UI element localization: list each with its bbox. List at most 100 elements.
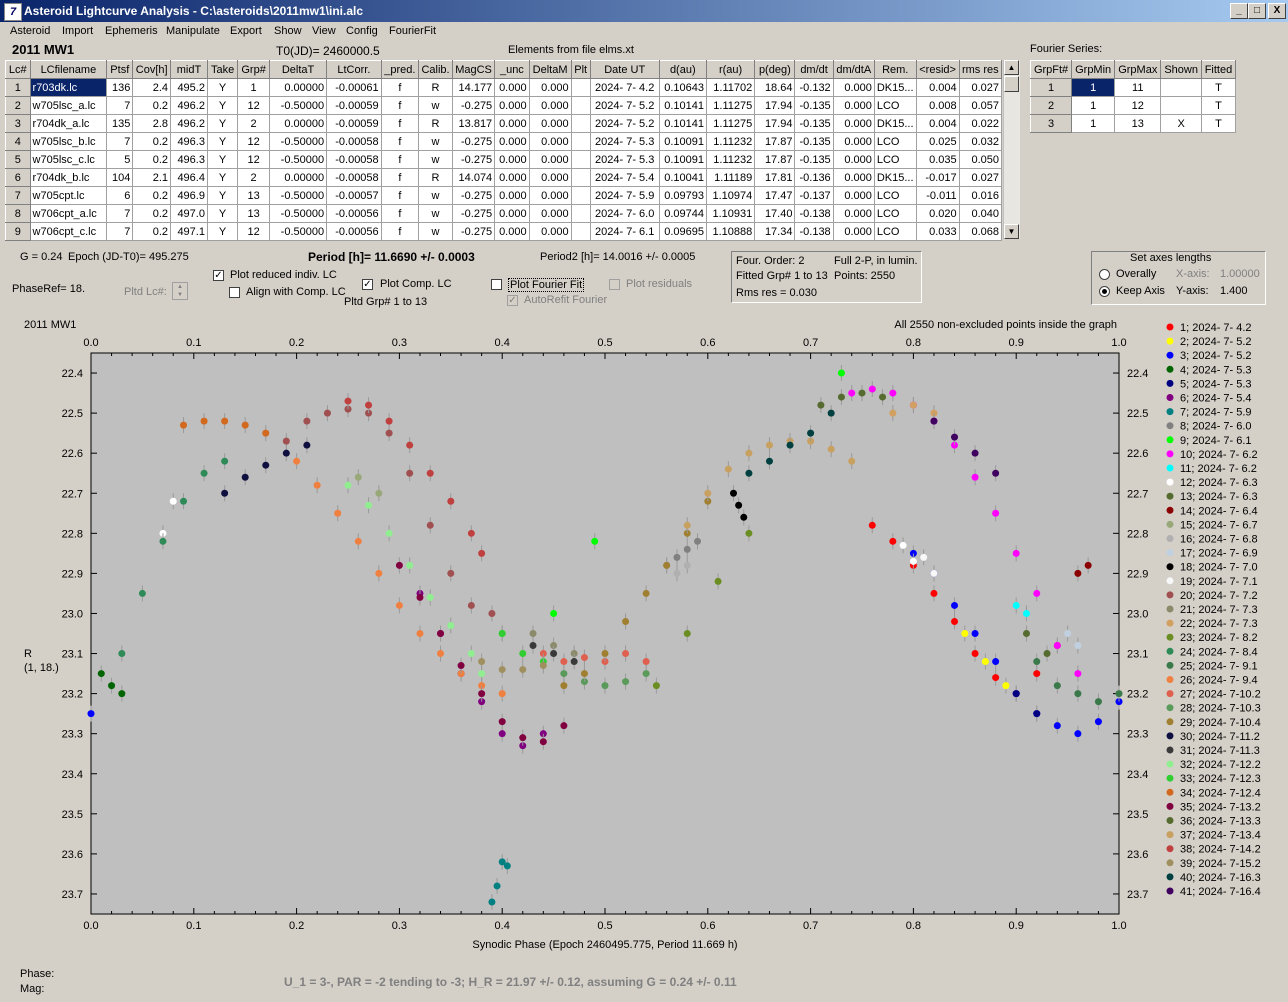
table-cell[interactable]: 12 [237,222,271,241]
fourier-col-header-4[interactable]: Fitted [1200,60,1237,79]
table-cell[interactable]: 0.000 [528,78,572,97]
fourier-cell[interactable]: 11 [1114,78,1162,97]
table-cell[interactable]: 0.000 [494,78,530,97]
row-number[interactable]: 2 [5,96,31,115]
table-cell[interactable]: 7 [106,132,134,151]
table-cell[interactable]: 0.000 [494,114,530,133]
table-cell[interactable]: 13.817 [451,114,496,133]
table-cell[interactable]: f [380,204,420,223]
table-cell[interactable]: Y [206,186,239,205]
menu-fourierfit[interactable]: FourierFit [389,25,436,37]
table-cell[interactable]: 17.81 [754,168,796,187]
table-cell[interactable]: 136 [106,78,134,97]
table-cell[interactable]: 0.000 [528,114,572,133]
table-cell[interactable]: 2.4 [132,78,172,97]
table-cell[interactable]: 496.4 [170,168,208,187]
table-cell[interactable]: 104 [106,168,134,187]
table-cell[interactable] [570,132,591,151]
table-cell[interactable]: 17.47 [754,186,796,205]
table-cell[interactable]: -0.275 [451,222,496,241]
table-cell[interactable]: 2024- 7- 5.3 [589,150,660,169]
table-cell[interactable]: 496.2 [170,96,208,115]
table-cell[interactable]: 0.10141 [658,96,707,115]
plot-fourier-checkbox[interactable] [491,279,502,290]
lightcurve-table[interactable]: Lc# LCfilename Ptsf Cov[h] midT Take Grp# Delta… [5,60,1003,241]
table-cell[interactable]: 17.87 [754,150,796,169]
table-cell[interactable]: -0.50000 [269,186,328,205]
table-cell[interactable]: 0.057 [958,96,1003,115]
table-row[interactable]: 2 w705lsc_a.lc 7 0.2 496.2 Y 12 -0.50000 -0.0005… [5,96,1003,115]
table-cell[interactable]: -0.135 [794,132,834,151]
close-button[interactable]: X [1268,3,1286,19]
fourier-row[interactable]: 2 1 12 T [1029,96,1237,115]
table-cell[interactable]: 0.022 [958,114,1003,133]
table-cell[interactable]: -0.135 [794,96,834,115]
table-cell[interactable]: R [418,168,453,187]
fourier-cell[interactable]: 12 [1114,96,1162,115]
table-cell[interactable]: 0.000 [494,168,530,187]
table-cell[interactable]: 496.9 [170,186,208,205]
table-cell[interactable]: 0.00000 [269,78,328,97]
table-cell[interactable]: f [380,96,420,115]
table-cell[interactable] [570,222,591,241]
table-cell[interactable]: 12 [237,132,271,151]
table-cell[interactable]: 0.016 [958,186,1003,205]
table-cell[interactable]: 1.10931 [705,204,756,223]
table-cell[interactable]: 0.000 [832,96,875,115]
table-cell[interactable]: -0.00058 [326,132,382,151]
col-header-15[interactable]: Date UT [589,60,660,79]
table-cell[interactable]: -0.50000 [269,150,328,169]
row-number[interactable]: 8 [5,204,31,223]
table-cell[interactable]: 0.000 [494,204,530,223]
table-cell[interactable]: 13 [237,204,271,223]
table-cell[interactable]: -0.50000 [269,132,328,151]
table-cell[interactable]: 1.11232 [705,132,756,151]
table-cell[interactable]: Y [206,78,239,97]
table-cell[interactable]: 0.10041 [658,168,707,187]
col-header-9[interactable]: _pred. [380,60,420,79]
table-cell[interactable]: 0.033 [915,222,960,241]
table-cell[interactable]: w [418,150,453,169]
col-header-23[interactable]: rms res [958,60,1003,79]
table-cell[interactable]: -0.00056 [326,204,382,223]
table-cell[interactable]: 0.000 [528,168,572,187]
table-cell[interactable]: R [418,114,453,133]
table-cell[interactable] [570,204,591,223]
table-cell[interactable]: -0.275 [451,150,496,169]
table-cell[interactable]: Y [206,168,239,187]
fourier-row-number[interactable]: 2 [1029,96,1073,115]
table-cell[interactable]: 0.000 [494,96,530,115]
fourier-cell[interactable]: 13 [1114,114,1162,133]
table-cell[interactable]: -0.50000 [269,204,328,223]
table-cell[interactable]: 0.10141 [658,114,707,133]
table-cell[interactable]: 1 [237,78,271,97]
table-cell[interactable]: w705lsc_a.lc [29,96,108,115]
table-row[interactable]: 8 w706cpt_a.lc 7 0.2 497.0 Y 13 -0.50000 -0.0005… [5,204,1003,223]
table-cell[interactable]: 0.09793 [658,186,707,205]
table-cell[interactable]: w [418,96,453,115]
table-cell[interactable]: 0.2 [132,186,172,205]
overally-radio[interactable] [1099,269,1110,280]
table-cell[interactable]: 7 [106,222,134,241]
menu-import[interactable]: Import [62,25,93,37]
table-cell[interactable]: 0.008 [915,96,960,115]
col-header-18[interactable]: p(deg) [754,60,796,79]
table-cell[interactable]: 17.40 [754,204,796,223]
table-cell[interactable]: 0.2 [132,132,172,151]
table-cell[interactable]: -0.138 [794,222,834,241]
table-cell[interactable]: 0.000 [832,78,875,97]
table-cell[interactable]: 2024- 7- 5.2 [589,96,660,115]
table-cell[interactable]: r703dk.lc [29,78,108,97]
fourier-cell[interactable]: 1 [1071,96,1116,115]
table-cell[interactable]: Y [206,96,239,115]
table-cell[interactable]: w706cpt_c.lc [29,222,108,241]
table-cell[interactable]: 2024- 7- 5.2 [589,114,660,133]
scroll-up-icon[interactable]: ▲ [1004,60,1019,75]
menu-manipulate[interactable]: Manipulate [166,25,220,37]
table-cell[interactable]: DK15... [873,114,917,133]
scroll-down-icon[interactable]: ▼ [1004,224,1019,239]
table-cell[interactable]: 2 [237,114,271,133]
table-cell[interactable]: 0.09695 [658,222,707,241]
table-cell[interactable]: -0.138 [794,204,834,223]
table-row[interactable]: 5 w705lsc_c.lc 5 0.2 496.3 Y 12 -0.50000 -0.0005… [5,150,1003,169]
